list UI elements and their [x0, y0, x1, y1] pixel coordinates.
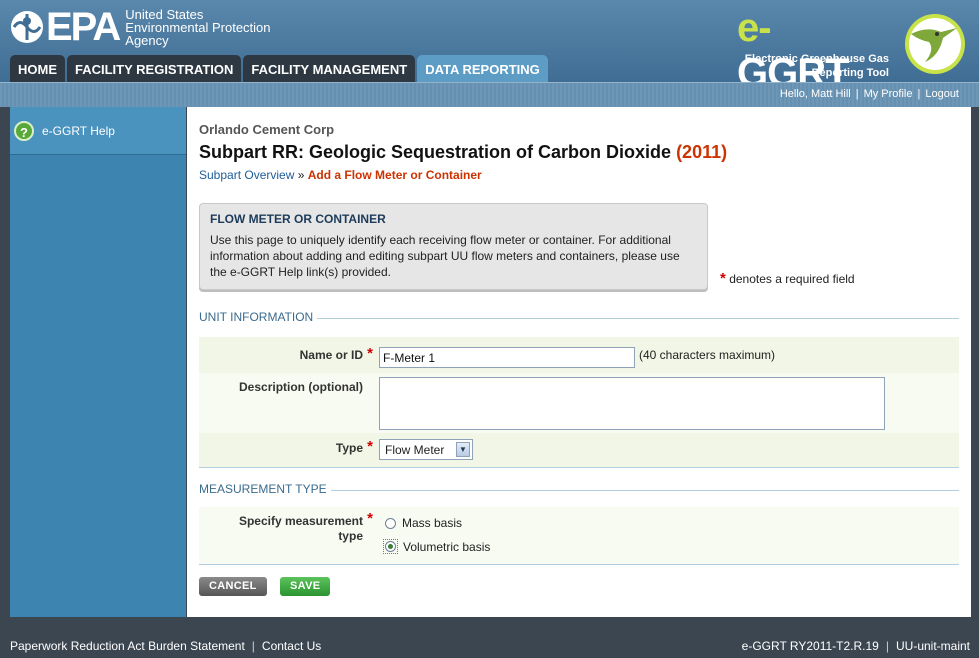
eggrt-tagline: Electronic Greenhouse Gas Reporting Tool	[719, 52, 889, 80]
eggrt-prefix: e-	[737, 6, 772, 50]
epa-logo-icon	[11, 11, 43, 43]
page-title-text: Subpart RR: Geologic Sequestration of Ca…	[199, 142, 672, 162]
reporting-year: (2011)	[676, 142, 728, 162]
breadcrumb-separator: »	[294, 168, 308, 182]
select-arrow-icon[interactable]: ▼	[456, 442, 470, 457]
type-select[interactable]: Flow Meter ▼	[379, 439, 473, 460]
epa-agency-name: United States Environmental Protection A…	[125, 8, 270, 47]
separator: |	[855, 88, 859, 100]
tagline-line-1: Electronic Greenhouse Gas	[744, 53, 889, 65]
eggrt-logo[interactable]: e-GGRT Electronic Greenhouse Gas Reporti…	[737, 6, 967, 95]
name-input[interactable]	[379, 347, 635, 368]
tagline-line-2: Reporting Tool	[811, 67, 889, 79]
main-nav-tabs: HOME FACILITY REGISTRATION FACILITY MANA…	[10, 55, 548, 82]
section-title: UNIT INFORMATION	[199, 310, 318, 324]
section-title: MEASUREMENT TYPE	[199, 482, 331, 496]
measurement-type-section: MEASUREMENT TYPE	[199, 482, 959, 497]
version-text: e-GGRT RY2011-T2.R.19	[741, 639, 879, 653]
tab-facility-management[interactable]: FACILITY MANAGEMENT	[243, 55, 416, 82]
save-button[interactable]: SAVE	[280, 577, 331, 596]
required-field-note: * denotes a required field	[720, 270, 855, 287]
type-row: Type * Flow Meter ▼	[199, 433, 959, 468]
unit-information-section: UNIT INFORMATION	[199, 310, 959, 325]
cancel-button[interactable]: CANCEL	[199, 577, 267, 596]
epa-wordmark: EPA	[46, 5, 121, 49]
radio-label: Volumetric basis	[403, 539, 491, 554]
required-marker: *	[367, 510, 373, 527]
radio-label: Mass basis	[402, 516, 463, 530]
measurement-label-line-2: type	[338, 529, 363, 543]
user-greeting: Hello, Matt Hill	[779, 88, 851, 100]
breadcrumb: Subpart Overview » Add a Flow Meter or C…	[199, 168, 482, 182]
required-marker: *	[367, 345, 373, 362]
footer-version: e-GGRT RY2011-T2.R.19 | UU-unit-maint	[742, 639, 970, 653]
measurement-row: Specify measurement * type Mass basis Vol…	[199, 507, 959, 565]
paperwork-link[interactable]: Paperwork Reduction Act Burden Statement	[10, 639, 245, 653]
name-hint: (40 characters maximum)	[639, 348, 776, 362]
radio-volumetric-basis[interactable]: Volumetric basis	[383, 539, 490, 554]
logout-link[interactable]: Logout	[925, 88, 959, 100]
agency-line-1: United States	[125, 6, 204, 22]
agency-line-2: Environmental Protection	[125, 19, 271, 35]
measurement-label: Specify measurement * type	[238, 511, 373, 544]
measurement-label-line-1: Specify measurement *	[238, 511, 373, 529]
measurement-label-text: Specify measurement	[238, 514, 363, 528]
separator: |	[251, 639, 255, 653]
required-note-text: denotes a required field	[729, 272, 855, 286]
breadcrumb-current: Add a Flow Meter or Container	[307, 168, 482, 182]
breadcrumb-subpart-overview[interactable]: Subpart Overview	[199, 168, 294, 182]
footer: Paperwork Reduction Act Burden Statement…	[0, 632, 979, 658]
separator: |	[917, 88, 921, 100]
required-marker: *	[720, 270, 726, 287]
egg-bird-icon	[905, 14, 965, 74]
page-id-text: UU-unit-maint	[895, 639, 970, 653]
radio-button[interactable]	[385, 541, 396, 552]
info-title: FLOW METER OR CONTAINER	[210, 212, 386, 226]
name-label-text: Name or ID	[299, 348, 363, 362]
separator: |	[885, 639, 889, 653]
main-content: Orlando Cement Corp Subpart RR: Geologic…	[187, 107, 971, 617]
info-box: FLOW METER OR CONTAINER Use this page to…	[199, 203, 708, 290]
radio-button[interactable]	[385, 517, 396, 529]
sidebar: ? e-GGRT Help	[10, 107, 186, 617]
tab-home[interactable]: HOME	[10, 55, 65, 82]
description-textarea[interactable]	[379, 377, 885, 430]
type-label: Type *	[335, 438, 373, 455]
type-selected-value: Flow Meter	[385, 443, 445, 457]
header: EPA United States Environmental Protecti…	[0, 0, 979, 95]
type-label-text: Type	[335, 441, 363, 455]
description-label: Description (optional)	[239, 380, 363, 394]
facility-name: Orlando Cement Corp	[199, 122, 335, 137]
radio-focus-ring	[383, 539, 398, 554]
tab-facility-registration[interactable]: FACILITY REGISTRATION	[67, 55, 242, 82]
help-icon: ?	[14, 121, 34, 141]
name-row: Name or ID * (40 characters maximum)	[199, 337, 959, 373]
footer-links: Paperwork Reduction Act Burden Statement…	[10, 639, 321, 653]
contact-us-link[interactable]: Contact Us	[262, 639, 321, 653]
sidebar-item-label: e-GGRT Help	[42, 124, 115, 138]
sidebar-item-help[interactable]: ? e-GGRT Help	[10, 107, 186, 155]
user-bar: Hello, Matt Hill | My Profile | Logout	[0, 82, 979, 107]
agency-line-3: Agency	[125, 32, 169, 48]
my-profile-link[interactable]: My Profile	[864, 88, 913, 100]
page-title: Subpart RR: Geologic Sequestration of Ca…	[199, 142, 727, 163]
epa-logo[interactable]: EPA United States Environmental Protecti…	[10, 7, 271, 47]
user-links: Hello, Matt Hill | My Profile | Logout	[780, 88, 959, 100]
tab-data-reporting[interactable]: DATA REPORTING	[417, 55, 548, 82]
info-text: Use this page to uniquely identify each …	[210, 233, 680, 279]
description-row: Description (optional)	[199, 373, 959, 433]
name-label: Name or ID *	[299, 345, 373, 362]
required-marker: *	[367, 438, 373, 455]
radio-mass-basis[interactable]: Mass basis	[385, 516, 462, 530]
